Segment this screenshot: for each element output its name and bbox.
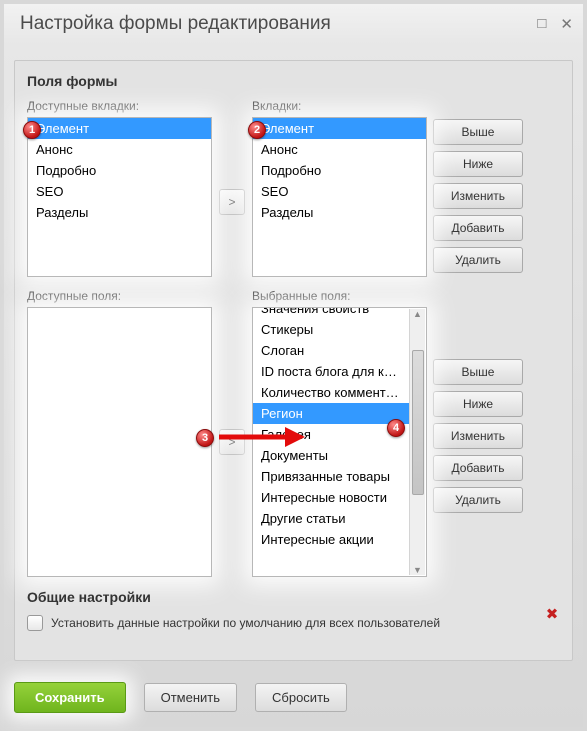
list-item[interactable]: Слоган: [253, 340, 409, 361]
marker-1: 1: [23, 121, 41, 139]
marker-2: 2: [248, 121, 266, 139]
marker-3: 3: [196, 429, 214, 447]
footer-buttons: Сохранить Отменить Сбросить: [14, 682, 347, 713]
delete-button-2[interactable]: Удалить: [433, 487, 523, 513]
scroll-thumb[interactable]: [412, 350, 424, 495]
tabs-label: Вкладки:: [252, 99, 427, 113]
default-checkbox-label: Установить данные настройки по умолчанию…: [51, 616, 440, 630]
edit-button[interactable]: Изменить: [433, 183, 523, 209]
list-item[interactable]: Анонс: [253, 139, 426, 160]
list-item[interactable]: Подробно: [253, 160, 426, 181]
window-title: Настройка формы редактирования: [20, 13, 331, 35]
available-tabs-listbox[interactable]: ЭлементАнонсПодробноSEOРазделы: [27, 117, 212, 277]
down-button-2[interactable]: Ниже: [433, 391, 523, 417]
up-button-2[interactable]: Выше: [433, 359, 523, 385]
list-item[interactable]: SEO: [253, 181, 426, 202]
scroll-down-icon[interactable]: ▼: [413, 565, 422, 575]
available-fields-listbox[interactable]: [27, 307, 212, 577]
move-right-button[interactable]: >: [219, 189, 245, 215]
list-item[interactable]: Подробно: [28, 160, 211, 181]
edit-button-2[interactable]: Изменить: [433, 423, 523, 449]
reset-icon[interactable]: ✖: [544, 605, 560, 621]
list-item[interactable]: Разделы: [253, 202, 426, 223]
selected-fields-label: Выбранные поля:: [252, 289, 427, 303]
scroll-up-icon[interactable]: ▲: [413, 309, 422, 319]
delete-button[interactable]: Удалить: [433, 247, 523, 273]
list-item[interactable]: Разделы: [28, 202, 211, 223]
list-item[interactable]: Количество комментари: [253, 382, 409, 403]
marker-4: 4: [387, 419, 405, 437]
add-button-2[interactable]: Добавить: [433, 455, 523, 481]
titlebar: Настройка формы редактирования □ ✕: [4, 4, 583, 44]
general-heading: Общие настройки: [27, 589, 560, 605]
dialog-window: Настройка формы редактирования □ ✕ Поля …: [0, 0, 587, 731]
list-item[interactable]: Регион: [253, 403, 409, 424]
fields-row: Доступные поля: 3 > Выбранные поля: ▲ ▼ …: [27, 289, 560, 577]
save-button[interactable]: Сохранить: [14, 682, 126, 713]
list-item[interactable]: Элемент: [28, 118, 211, 139]
default-checkbox[interactable]: [27, 615, 43, 631]
available-tabs-label: Доступные вкладки:: [27, 99, 212, 113]
list-item[interactable]: Анонс: [28, 139, 211, 160]
list-item[interactable]: Привязанные товары: [253, 466, 409, 487]
list-item[interactable]: ID поста блога для комм: [253, 361, 409, 382]
tabs-row: Доступные вкладки: ЭлементАнонсПодробноS…: [27, 99, 560, 277]
list-item[interactable]: Стикеры: [253, 319, 409, 340]
list-item[interactable]: Другие статьи: [253, 508, 409, 529]
list-item[interactable]: Интересные новости: [253, 487, 409, 508]
cancel-button[interactable]: Отменить: [144, 683, 237, 712]
up-button[interactable]: Выше: [433, 119, 523, 145]
general-section: Общие настройки Установить данные настро…: [27, 589, 560, 631]
maximize-icon[interactable]: □: [537, 15, 546, 33]
reset-button[interactable]: Сбросить: [255, 683, 347, 712]
move-right-button-2[interactable]: >: [219, 429, 245, 455]
add-button[interactable]: Добавить: [433, 215, 523, 241]
dialog-content: Поля формы Доступные вкладки: ЭлементАно…: [14, 60, 573, 661]
selected-fields-listbox[interactable]: ▲ ▼ Значения свойствСтикерыСлоганID пост…: [252, 307, 427, 577]
list-item[interactable]: SEO: [28, 181, 211, 202]
tabs-listbox[interactable]: ЭлементАнонсПодробноSEOРазделы: [252, 117, 427, 277]
list-item[interactable]: Значения свойств: [253, 307, 409, 319]
down-button[interactable]: Ниже: [433, 151, 523, 177]
list-item[interactable]: Интересные акции: [253, 529, 409, 550]
fields-heading: Поля формы: [27, 73, 560, 89]
list-item[interactable]: Элемент: [253, 118, 426, 139]
list-item[interactable]: Документы: [253, 445, 409, 466]
close-icon[interactable]: ✕: [560, 15, 573, 33]
list-item[interactable]: Галерея: [253, 424, 409, 445]
available-fields-label: Доступные поля:: [27, 289, 212, 303]
